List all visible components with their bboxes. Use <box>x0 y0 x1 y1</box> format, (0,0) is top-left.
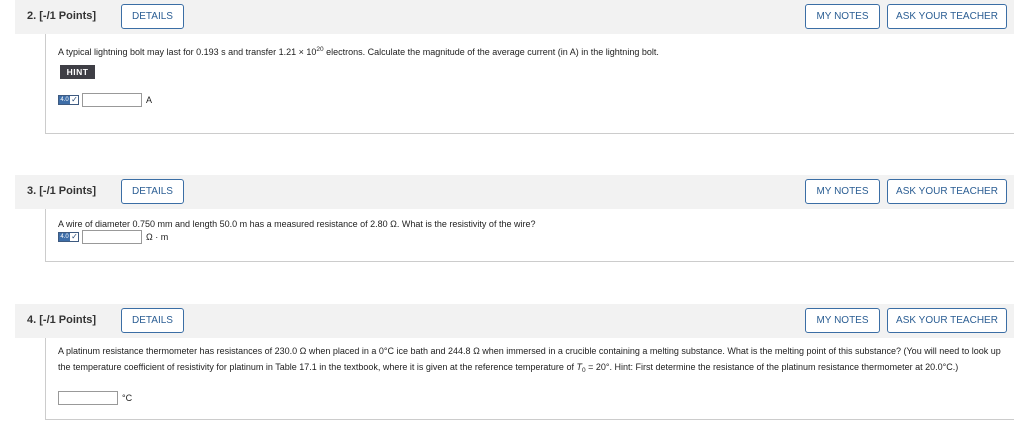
details-button[interactable]: DETAILS <box>121 4 184 29</box>
answer-unit: Ω · m <box>146 232 169 242</box>
details-button[interactable]: DETAILS <box>121 179 184 204</box>
version-badge: 4.0 ✓ <box>58 95 79 105</box>
version-number: 4.0 <box>59 96 70 104</box>
question-header: 3. [-/1 Points] DETAILS MY NOTES ASK YOU… <box>15 175 1014 209</box>
my-notes-button[interactable]: MY NOTES <box>805 308 880 333</box>
question-text: A typical lightning bolt may last for 0.… <box>58 42 659 60</box>
check-icon: ✓ <box>71 95 78 104</box>
version-number: 4.0 <box>59 233 70 241</box>
question-number-label: 2. <box>27 10 37 22</box>
question-text-part: A typical lightning bolt may last for 0.… <box>58 47 317 57</box>
answer-input[interactable] <box>82 230 142 244</box>
question-points: [-/1 Points] <box>39 10 97 22</box>
question-number-label: 3. <box>27 185 37 197</box>
question-text-part: = 20°. Hint: First determine the resista… <box>585 361 959 372</box>
answer-unit: °C <box>122 393 133 403</box>
question-body: A wire of diameter 0.750 mm and length 5… <box>45 209 1014 262</box>
question-body: A typical lightning bolt may last for 0.… <box>45 34 1014 134</box>
exponent: 20 <box>316 46 324 53</box>
my-notes-button[interactable]: MY NOTES <box>805 4 880 29</box>
answer-input[interactable] <box>58 391 118 405</box>
question-text-part: electrons. Calculate the magnitude of th… <box>323 47 659 57</box>
answer-input[interactable] <box>82 93 142 107</box>
question-points: [-/1 Points] <box>39 314 97 326</box>
question-text: A platinum resistance thermometer has re… <box>58 344 1003 378</box>
my-notes-button[interactable]: MY NOTES <box>805 179 880 204</box>
check-icon: ✓ <box>71 232 78 241</box>
details-button[interactable]: DETAILS <box>121 308 184 333</box>
question-number-label: 4. <box>27 314 37 326</box>
version-badge: 4.0 ✓ <box>58 232 79 242</box>
ask-your-teacher-button[interactable]: ASK YOUR TEACHER <box>887 308 1007 333</box>
question-points: [-/1 Points] <box>39 185 97 197</box>
question-number: 4. [-/1 Points] <box>27 314 96 326</box>
question-number: 3. [-/1 Points] <box>27 185 96 197</box>
ask-your-teacher-button[interactable]: ASK YOUR TEACHER <box>887 179 1007 204</box>
question-number: 2. [-/1 Points] <box>27 10 96 22</box>
answer-unit: A <box>146 95 153 105</box>
hint-button[interactable]: HINT <box>60 65 95 79</box>
question-header: 4. [-/1 Points] DETAILS MY NOTES ASK YOU… <box>15 304 1014 338</box>
question-body: A platinum resistance thermometer has re… <box>45 338 1014 420</box>
ask-your-teacher-button[interactable]: ASK YOUR TEACHER <box>887 4 1007 29</box>
question-header: 2. [-/1 Points] DETAILS MY NOTES ASK YOU… <box>15 0 1014 34</box>
